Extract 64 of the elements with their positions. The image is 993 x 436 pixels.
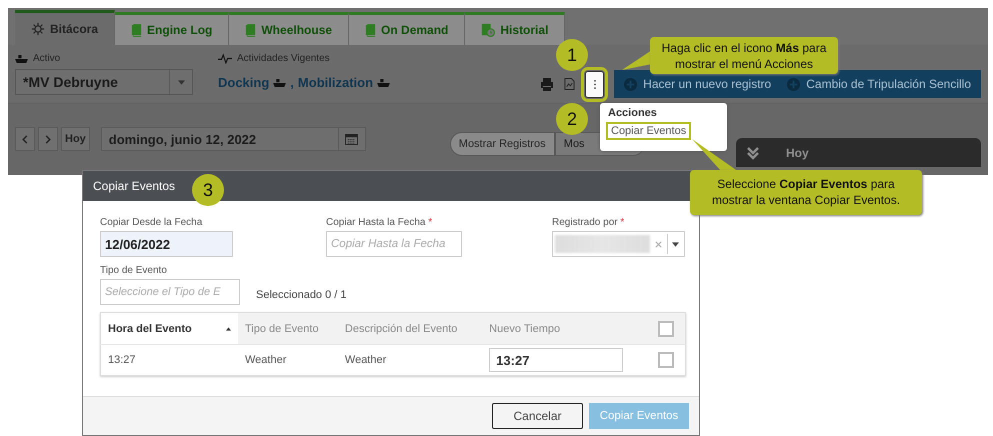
caret-icon — [178, 80, 184, 84]
gear-icon — [31, 22, 45, 36]
column-header[interactable]: Nuevo Tiempo — [482, 312, 651, 344]
today-button[interactable]: Hoy — [61, 127, 90, 151]
field-label: Actividades Vigentes — [237, 53, 330, 64]
column-header[interactable]: Descripción del Evento — [338, 312, 482, 344]
day-title: Hoy — [786, 146, 809, 160]
asset-select[interactable]: *MV Debruyne — [15, 69, 193, 95]
book-icon — [245, 24, 256, 36]
field-label: Registrado por — [552, 217, 618, 228]
field-label: Activo — [33, 53, 60, 64]
menu-title: Acciones — [608, 107, 658, 119]
selection-count: Seleccionado 0 / 1 — [256, 289, 347, 301]
select-all-checkbox[interactable] — [658, 320, 674, 336]
chevron-right-icon — [45, 134, 51, 144]
plus-circle-icon — [787, 78, 800, 90]
table-cell: Weather — [338, 344, 482, 376]
event-type-field[interactable]: Seleccione el Tipo de E — [100, 279, 240, 305]
row-checkbox[interactable] — [658, 352, 674, 368]
field-label: Copiar Hasta la Fecha — [326, 217, 426, 228]
pulse-icon — [218, 53, 232, 64]
ship-icon — [15, 54, 28, 62]
separator-text: , — [290, 75, 294, 90]
required-mark: * — [428, 217, 432, 228]
select-field[interactable] — [552, 231, 685, 257]
document-chart-icon[interactable] — [564, 77, 576, 91]
book-clock-icon — [481, 23, 496, 37]
table-cell: Weather — [238, 344, 338, 376]
copy-events-button[interactable]: Copiar Eventos — [589, 403, 689, 429]
column-header[interactable]: Hora del Evento — [100, 312, 238, 344]
double-chevron-down-icon[interactable] — [746, 146, 760, 160]
caret-icon — [672, 242, 678, 246]
dialog-title: Copiar Eventos — [93, 179, 176, 193]
plus-circle-icon — [624, 78, 638, 90]
tab[interactable]: Historial — [465, 12, 566, 45]
tab[interactable]: Bitácora — [15, 10, 116, 45]
menu-item[interactable]: Copiar Eventos — [608, 124, 690, 138]
date-field[interactable]: 12/06/2022 — [100, 231, 233, 257]
time-field[interactable]: 13:27 — [489, 348, 624, 372]
book-icon — [131, 24, 142, 36]
date-field[interactable]: domingo, junio 12, 2022 — [100, 127, 366, 151]
book-icon — [365, 24, 376, 36]
calendar-icon — [345, 134, 358, 144]
clear-icon[interactable] — [655, 240, 662, 248]
view-toggle[interactable]: Mostrar Registros — [450, 132, 555, 156]
more-icon — [594, 80, 596, 88]
chevron-left-icon — [22, 134, 28, 144]
tab[interactable]: Wheelhouse — [229, 12, 350, 45]
activity-link[interactable]: Mobilization — [298, 75, 374, 90]
table-cell: 13:27 — [100, 344, 238, 376]
ship-icon — [377, 78, 390, 86]
ship-icon — [273, 78, 286, 86]
activity-link[interactable]: Docking — [218, 75, 270, 90]
tab[interactable]: Engine Log — [115, 12, 230, 45]
printer-icon[interactable] — [540, 77, 554, 91]
date-field[interactable]: Copiar Hasta la Fecha — [326, 231, 462, 257]
column-header[interactable]: Tipo de Evento — [238, 312, 338, 344]
required-mark: * — [620, 217, 624, 228]
field-label: Copiar Desde la Fecha — [100, 217, 202, 228]
tab[interactable]: On Demand — [349, 12, 466, 45]
cancel-button[interactable]: Cancelar — [492, 403, 583, 429]
field-label: Tipo de Evento — [100, 265, 167, 276]
next-button[interactable] — [38, 127, 58, 151]
previous-button[interactable] — [15, 127, 35, 151]
